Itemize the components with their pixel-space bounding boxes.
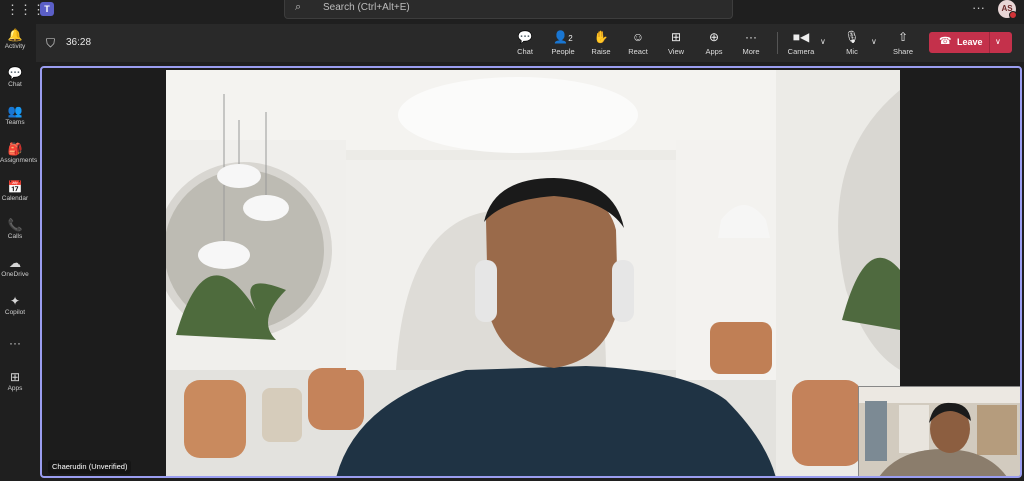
video-camera-icon: ■◀	[792, 30, 810, 44]
rail-item-copilot[interactable]: ✦ Copilot	[0, 294, 30, 316]
raise-label: Raise	[591, 47, 611, 56]
chat-icon: 💬	[517, 30, 533, 44]
rail-item-chat[interactable]: 💬 Chat	[0, 66, 30, 88]
rail-item-assignments[interactable]: 🎒 Assignments	[0, 142, 38, 164]
chat-label: Chat	[517, 47, 533, 56]
rail-label: Assignments	[0, 157, 38, 164]
people-label: People	[551, 47, 575, 56]
cloud-icon: ☁	[9, 256, 21, 270]
camera-button[interactable]: ■◀ Camera	[784, 30, 818, 56]
more-options-icon[interactable]: ···	[972, 0, 985, 15]
rail-item-teams[interactable]: 👥 Teams	[0, 104, 30, 126]
assignments-icon: 🎒	[7, 142, 23, 156]
leave-divider	[989, 32, 990, 53]
leave-options-chevron-icon[interactable]: ∨	[995, 37, 1001, 46]
share-button[interactable]: ⇧ Share	[886, 30, 920, 56]
rail-label: Calendar	[1, 195, 29, 202]
app-rail: 🔔 Activity 💬 Chat 👥 Teams 🎒 Assignments …	[0, 22, 38, 481]
share-label: Share	[892, 47, 913, 56]
view-label: View	[667, 47, 685, 56]
rail-item-onedrive[interactable]: ☁ OneDrive	[0, 256, 30, 278]
phone-icon: 📞	[7, 218, 23, 232]
more-button[interactable]: ··· More	[734, 30, 768, 56]
shield-icon[interactable]: ⛉	[46, 36, 55, 51]
rail-label: Apps	[7, 385, 23, 392]
smiley-icon: ☺	[631, 30, 645, 44]
apps-label: Apps	[705, 47, 723, 56]
camera-label: Camera	[787, 47, 815, 56]
camera-options-chevron-icon[interactable]: ∨	[820, 37, 826, 46]
participant-video[interactable]	[166, 70, 900, 476]
rail-item-more[interactable]: ···	[0, 336, 30, 350]
participant-name-tag: Chaerudin (Unverified)	[48, 460, 132, 474]
teams-logo-icon: T	[40, 2, 54, 16]
hand-icon: ✋	[593, 30, 609, 44]
more-label: More	[742, 47, 760, 56]
more-icon: ···	[9, 336, 21, 350]
self-view-video[interactable]	[858, 386, 1020, 476]
toolbar-divider	[777, 32, 778, 54]
people-icon: 👤2	[553, 30, 573, 44]
leave-button[interactable]: ☎ Leave ∨	[929, 32, 1012, 53]
mic-button[interactable]: 🎙 Mic	[835, 30, 869, 56]
react-button[interactable]: ☺ React	[621, 30, 655, 56]
self-view-image	[859, 387, 1020, 476]
react-label: React	[628, 47, 648, 56]
apps-icon: ⊞	[9, 370, 21, 384]
copilot-icon: ✦	[9, 294, 21, 308]
calendar-icon: 📅	[7, 180, 23, 194]
rail-label: Chat	[8, 81, 22, 88]
chat-button[interactable]: 💬 Chat	[508, 30, 542, 56]
view-button[interactable]: ⊞ View	[659, 30, 693, 56]
rail-item-calls[interactable]: 📞 Calls	[0, 218, 30, 240]
mic-label: Mic	[846, 47, 858, 56]
add-apps-icon: ⊕	[708, 30, 720, 44]
meeting-timer: 36:28	[66, 37, 92, 48]
rail-label: Calls	[7, 233, 23, 240]
search-placeholder: Search (Ctrl+Alt+E)	[323, 2, 410, 13]
chat-icon: 💬	[7, 66, 23, 80]
meeting-stage: Chaerudin (Unverified)	[40, 66, 1022, 478]
rail-item-activity[interactable]: 🔔 Activity	[0, 28, 30, 50]
mic-options-chevron-icon[interactable]: ∨	[871, 37, 877, 46]
ellipsis-icon: ···	[745, 30, 757, 44]
app-launcher-icon[interactable]: ⋮⋮⋮	[6, 1, 45, 19]
bell-icon: 🔔	[7, 28, 23, 42]
hang-up-icon: ☎	[939, 36, 952, 47]
grid-view-icon: ⊞	[670, 30, 682, 44]
meeting-toolbar: ⛉ 36:28 💬 Chat 👤2 People ✋ Raise ☺ React…	[36, 24, 1024, 62]
search-bar[interactable]: ⌕ Search (Ctrl+Alt+E)	[284, 0, 733, 19]
title-bar: ⋮⋮⋮ T ⌕ Search (Ctrl+Alt+E) ··· AS	[0, 0, 1024, 22]
microphone-icon: 🎙	[844, 30, 860, 44]
people-count: 2	[568, 34, 573, 43]
rail-label: Activity	[4, 43, 26, 50]
leave-label: Leave	[957, 37, 983, 47]
apps-button[interactable]: ⊕ Apps	[697, 30, 731, 56]
rail-item-apps[interactable]: ⊞ Apps	[0, 370, 30, 392]
video-feed-image	[166, 70, 900, 476]
presence-status-icon	[1009, 11, 1017, 19]
rail-item-calendar[interactable]: 📅 Calendar	[0, 180, 30, 202]
search-icon: ⌕	[295, 1, 302, 13]
user-avatar[interactable]: AS	[998, 0, 1017, 19]
people-button[interactable]: 👤2 People	[546, 30, 580, 56]
rail-label: Copilot	[4, 309, 26, 316]
share-screen-icon: ⇧	[897, 30, 909, 44]
rail-label: OneDrive	[1, 271, 29, 278]
raise-hand-button[interactable]: ✋ Raise	[584, 30, 618, 56]
rail-label: Teams	[5, 119, 25, 126]
teams-icon: 👥	[7, 104, 23, 118]
